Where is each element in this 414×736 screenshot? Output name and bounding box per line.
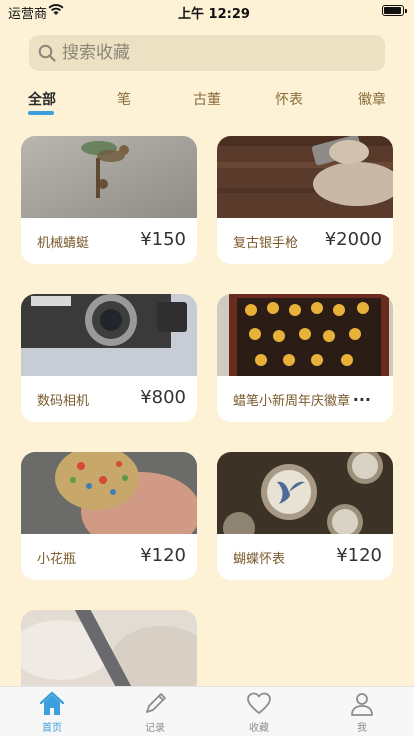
item-photo [21, 294, 197, 376]
tabbar-label: 收藏 [249, 723, 269, 734]
tab-all[interactable]: 全部 [28, 89, 56, 109]
pencil-icon [146, 693, 166, 713]
carrier-label: 运营商 [8, 7, 48, 22]
tab-indicator [28, 111, 54, 115]
item-photo [21, 452, 197, 534]
search-icon [38, 44, 56, 62]
tabbar-me[interactable]: 我 [332, 691, 392, 734]
status-bar: 运营商 上午 12:29 [0, 0, 414, 22]
wifi-icon [48, 4, 64, 15]
tab-antique[interactable]: 古董 [193, 89, 221, 109]
tabbar-record[interactable]: 记录 [125, 691, 185, 734]
item-price: ¥120 [140, 545, 186, 566]
tabbar-home[interactable]: 首页 [22, 691, 82, 734]
collection-grid: 机械蜻蜓 ¥150 复古银手枪 ¥2000 数码相机 ¥800 蜡笔小新周年庆徽… [0, 136, 414, 686]
tab-pen[interactable]: 笔 [117, 89, 131, 109]
item-photo [21, 136, 197, 218]
item-price: ¥120 [336, 545, 382, 566]
tab-badge[interactable]: 徽章 [358, 89, 386, 109]
item-card[interactable]: 蝴蝶怀表 ¥120 [217, 452, 393, 580]
item-card[interactable]: 小花瓶 ¥120 [21, 452, 197, 580]
item-price: ¥2000 [324, 229, 382, 250]
category-tabs: 全部 笔 古董 怀表 徽章 [0, 86, 414, 120]
item-card[interactable]: 蜡笔小新周年庆徽章 ... [217, 294, 393, 422]
item-photo [217, 136, 393, 218]
home-icon [39, 691, 65, 715]
tabbar-label: 首页 [42, 723, 62, 734]
item-photo [21, 610, 197, 686]
item-name: 蜡笔小新周年庆徽章 [233, 394, 351, 409]
tabbar-label: 记录 [145, 723, 165, 734]
item-name: 蝴蝶怀表 [233, 552, 286, 567]
item-name: 复古银手枪 [233, 236, 299, 251]
tabbar-favorites[interactable]: 收藏 [229, 691, 289, 734]
bottom-tab-bar: 首页 记录 收藏 我 [0, 686, 414, 736]
clock: 上午 12:29 [178, 7, 250, 22]
item-card[interactable]: 数码相机 ¥800 [21, 294, 197, 422]
item-price: ... [352, 386, 371, 405]
tabbar-label: 我 [357, 723, 367, 734]
item-card[interactable]: 机械蜻蜓 ¥150 [21, 136, 197, 264]
item-photo [217, 294, 393, 376]
item-card[interactable]: 复古银手枪 ¥2000 [217, 136, 393, 264]
heart-icon [247, 692, 271, 714]
item-name: 机械蜻蜓 [37, 236, 90, 251]
item-card[interactable] [21, 610, 197, 686]
item-price: ¥800 [140, 387, 186, 408]
search-bar[interactable] [29, 35, 385, 71]
battery-icon [382, 5, 407, 16]
item-price: ¥150 [140, 229, 186, 250]
search-input[interactable] [62, 43, 362, 63]
tab-pocket-watch[interactable]: 怀表 [275, 89, 303, 109]
item-name: 小花瓶 [37, 552, 77, 567]
item-name: 数码相机 [37, 394, 90, 409]
item-photo [217, 452, 393, 534]
person-icon [351, 693, 373, 716]
